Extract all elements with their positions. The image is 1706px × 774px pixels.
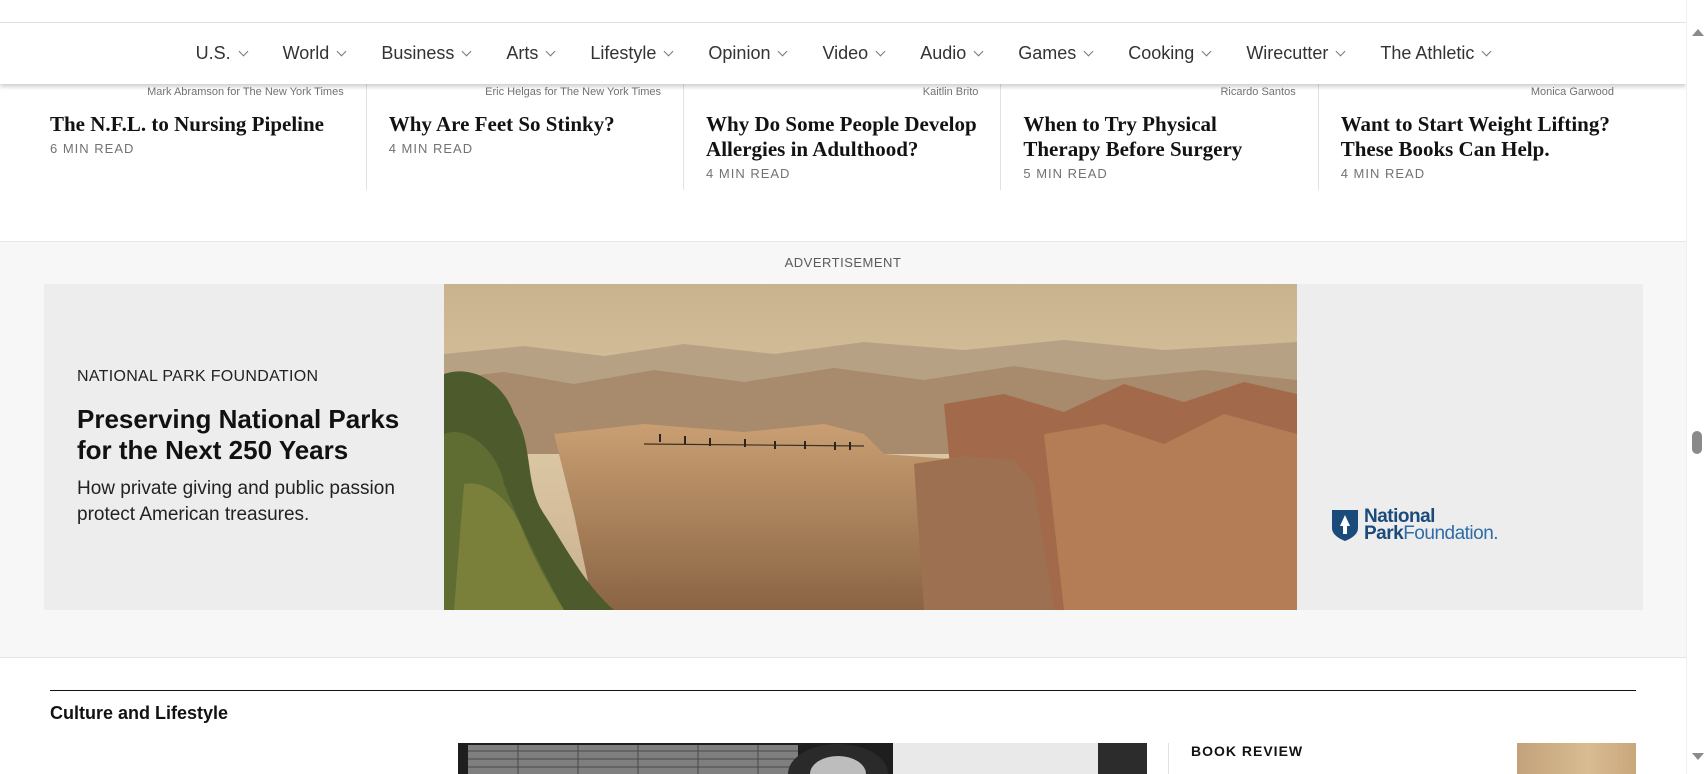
chevron-down-icon [1201, 46, 1212, 56]
section-nav-bar: U.S. World Business Arts Lifestyle Opini… [0, 22, 1686, 84]
nav-item-audio[interactable]: Audio [920, 43, 984, 64]
nav-item-label: Audio [920, 43, 967, 63]
photo-credit: Mark Abramson for The New York Times [147, 86, 344, 98]
nav-item-label: U.S. [195, 43, 231, 63]
logo-line-2: ParkFoundation. [1364, 523, 1499, 544]
story-card[interactable]: Ricardo Santos When to Try Physical Ther… [1001, 84, 1319, 190]
story-card[interactable]: Eric Helgas for The New York Times Why A… [367, 84, 685, 190]
nav-item-arts[interactable]: Arts [506, 43, 556, 64]
chevron-down-icon [1083, 46, 1094, 56]
grand-canyon-illustration [444, 284, 1297, 610]
nav-item-video[interactable]: Video [822, 43, 886, 64]
read-time: 5 MIN READ [1023, 166, 1108, 181]
nav-item-label: World [282, 43, 330, 63]
ad-sponsor: NATIONAL PARK FOUNDATION [77, 368, 319, 385]
nav-item-label: Arts [506, 43, 539, 63]
read-time: 4 MIN READ [388, 141, 474, 156]
advertisement-band: ADVERTISEMENT NATIONAL PARK FOUNDATION P… [0, 241, 1686, 658]
arrowhead-shield-icon [1332, 510, 1358, 541]
section-divider [50, 690, 1636, 691]
read-time: 4 MIN READ [706, 166, 791, 181]
story-card[interactable]: Monica Garwood Want to Start Weight Lift… [1319, 84, 1636, 190]
ad-title[interactable]: Preserving National Parks for the Next 2… [77, 404, 427, 466]
chevron-down-icon [336, 46, 347, 56]
chevron-down-icon [1335, 46, 1346, 56]
section-title[interactable]: Culture and Lifestyle [50, 703, 228, 724]
chevron-down-icon [875, 46, 886, 56]
chevron-down-icon [778, 46, 788, 56]
logo-foundation: Foundation. [1403, 523, 1499, 544]
nav-item-business[interactable]: Business [381, 43, 472, 64]
nav-item-label: Lifestyle [590, 43, 657, 63]
black-white-photo [458, 743, 1147, 774]
chevron-down-icon [1481, 46, 1492, 56]
ad-subtitle: How private giving and public passion pr… [77, 478, 395, 525]
story-headline[interactable]: Want to Start Weight Lifting? These Book… [1341, 112, 1614, 162]
section-nav-list: U.S. World Business Arts Lifestyle Opini… [178, 43, 1509, 64]
nav-item-opinion[interactable]: Opinion [708, 43, 788, 64]
chevron-down-icon [545, 46, 556, 56]
book-review-kicker[interactable]: BOOK REVIEW [1168, 743, 1303, 774]
nav-item-us[interactable]: U.S. [195, 43, 249, 64]
read-time: 4 MIN READ [1340, 166, 1426, 181]
logo-park: Park [1364, 523, 1404, 544]
nav-item-cooking[interactable]: Cooking [1128, 43, 1212, 64]
story-headline[interactable]: Why Are Feet So Stinky? [389, 112, 661, 137]
nav-item-label: Business [381, 43, 455, 63]
scroll-up-arrow-icon[interactable] [1692, 29, 1704, 36]
logo-wordmark: National ParkFoundation. [1364, 507, 1499, 544]
story-headline[interactable]: Why Do Some People Develop Allergies in … [706, 112, 978, 162]
page-viewport: U.S. World Business Arts Lifestyle Opini… [0, 0, 1686, 774]
scrollbar-thumb[interactable] [1692, 431, 1702, 454]
nav-item-label: Games [1018, 43, 1077, 63]
photo-credit: Eric Helgas for The New York Times [485, 86, 662, 98]
ad-copy: NATIONAL PARK FOUNDATION Preserving Nati… [77, 368, 427, 528]
book-review-thumbnail[interactable] [1517, 743, 1636, 774]
grand-canyon-photo[interactable] [444, 284, 1297, 610]
story-headline[interactable]: When to Try Physical Therapy Before Surg… [1023, 112, 1295, 162]
nav-item-label: Opinion [708, 43, 771, 63]
story-card[interactable]: Kaitlin Brito Why Do Some People Develop… [684, 84, 1002, 190]
nav-item-label: The Athletic [1380, 43, 1475, 63]
nav-item-wirecutter[interactable]: Wirecutter [1246, 43, 1346, 64]
photo-credit: Monica Garwood [1530, 86, 1614, 98]
advertisement-label: ADVERTISEMENT [784, 255, 902, 270]
nav-item-label: Wirecutter [1246, 43, 1329, 63]
nav-item-world[interactable]: World [282, 43, 347, 64]
national-park-foundation-logo[interactable]: National ParkFoundation. [1330, 507, 1499, 544]
story-headline[interactable]: The N.F.L. to Nursing Pipeline [50, 112, 344, 137]
chevron-down-icon [238, 46, 249, 56]
story-card[interactable]: Mark Abramson for The New York Times The… [50, 84, 367, 190]
nav-item-games[interactable]: Games [1018, 43, 1094, 64]
well-story-strip: Mark Abramson for The New York Times The… [50, 84, 1636, 190]
photo-credit: Kaitlin Brito [922, 86, 979, 98]
nav-item-label: Video [822, 43, 869, 63]
chevron-down-icon [973, 46, 984, 56]
vertical-scrollbar[interactable] [1686, 0, 1706, 774]
photo-credit: Ricardo Santos [1220, 86, 1296, 98]
nav-item-the-athletic[interactable]: The Athletic [1380, 43, 1492, 64]
scroll-down-arrow-icon[interactable] [1692, 753, 1704, 760]
nav-item-label: Cooking [1128, 43, 1195, 63]
advertisement-card[interactable]: NATIONAL PARK FOUNDATION Preserving Nati… [44, 284, 1643, 610]
culture-lead-image[interactable] [458, 743, 1147, 774]
nav-item-lifestyle[interactable]: Lifestyle [590, 43, 674, 64]
read-time: 6 MIN READ [50, 141, 135, 156]
chevron-down-icon [663, 46, 674, 56]
chevron-down-icon [461, 46, 472, 56]
